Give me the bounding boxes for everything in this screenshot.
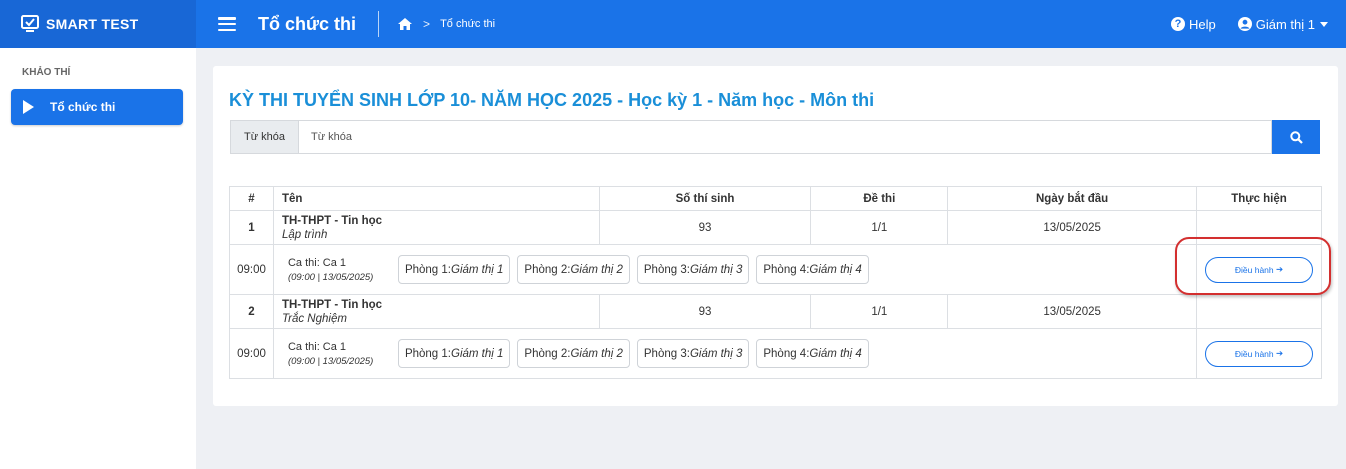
proctor-name: Giám thị 1	[451, 347, 504, 360]
operate-label: Điều hành	[1234, 264, 1274, 275]
column-header: Thực hiện	[1196, 186, 1322, 211]
search-label: Từ khóa	[230, 120, 298, 154]
arrow-right-icon: ➔	[1273, 348, 1284, 358]
brand[interactable]: SMART TEST	[0, 0, 196, 48]
help-label: Help	[1189, 16, 1216, 32]
row-index: 2	[229, 294, 274, 329]
room-badge[interactable]: Phòng 1: Giám thị 1	[397, 255, 511, 284]
breadcrumb-separator: >	[423, 17, 431, 31]
proctor-name: Giám thị 4	[809, 263, 862, 276]
user-name: Giám thị 1	[1255, 16, 1315, 32]
search-button[interactable]	[1272, 120, 1320, 154]
start-date: 13/05/2025	[947, 294, 1197, 329]
proctor-name: Giám thị 3	[689, 263, 743, 276]
room-label: Phòng 4:	[763, 263, 810, 276]
exam-name: TH-THPT - Tin học	[281, 214, 383, 227]
brand-name: SMART TEST	[46, 16, 139, 32]
room-label: Phòng 1:	[404, 263, 451, 276]
breadcrumb-current[interactable]: Tổ chức thi	[440, 18, 495, 30]
session-row: 09:00 Ca thi: Ca 1 (09:00 | 13/05/2025) …	[229, 244, 1322, 295]
room-badge[interactable]: Phòng 2: Giám thị 2	[517, 339, 630, 368]
exam-table: # Tên Số thí sinh Đề thi Ngày bắt đầu Th…	[229, 186, 1322, 379]
column-header: Ngày bắt đầu	[947, 186, 1197, 211]
sidebar-item-to-chuc-thi[interactable]: Tổ chức thi	[11, 89, 183, 125]
column-header: Số thí sinh	[598, 186, 812, 211]
logo-icon	[21, 15, 39, 32]
table-header-row: # Tên Số thí sinh Đề thi Ngày bắt đầu Th…	[229, 186, 1322, 211]
room-label: Phòng 1:	[404, 347, 451, 360]
table-row: 1 TH-THPT - Tin học Lập trình 93 1/1 13/…	[229, 210, 1322, 245]
room-badge[interactable]: Phòng 2: Giám thị 2	[517, 255, 630, 284]
help-link[interactable]: ? Help	[1171, 17, 1216, 32]
candidate-count: 93	[598, 294, 812, 329]
exam-name: TH-THPT - Tin học	[281, 298, 383, 311]
session-detail: (09:00 | 13/05/2025)	[287, 355, 374, 367]
search-bar: Từ khóa	[230, 120, 1320, 154]
divider	[378, 11, 380, 37]
room-label: Phòng 3:	[643, 263, 690, 276]
top-navbar: SMART TEST Tổ chức thi > Tổ chức thi ? H…	[0, 0, 1346, 48]
room-badge[interactable]: Phòng 4: Giám thị 4	[756, 255, 869, 284]
session-time: 09:00	[229, 328, 274, 379]
exam-link[interactable]: 1/1	[810, 294, 949, 329]
proctor-name: Giám thị 3	[689, 347, 743, 360]
action-cell	[1196, 210, 1322, 245]
room-badge[interactable]: Phòng 3: Giám thị 3	[636, 255, 750, 284]
column-header: #	[229, 186, 274, 211]
room-label: Phòng 2:	[524, 263, 571, 276]
search-icon	[1289, 130, 1303, 144]
proctor-name: Giám thị 2	[570, 263, 623, 276]
proctor-name: Giám thị 4	[809, 347, 862, 360]
page-title: Tổ chức thi	[258, 13, 357, 34]
session-time: 09:00	[229, 244, 274, 295]
user-menu[interactable]: Giám thị 1	[1237, 16, 1328, 32]
room-label: Phòng 4:	[763, 347, 810, 360]
help-icon: ?	[1171, 17, 1185, 31]
play-icon	[23, 100, 34, 114]
sidebar-item-label: Tổ chức thi	[50, 100, 116, 114]
column-header: Tên	[272, 186, 600, 211]
row-index: 1	[229, 210, 274, 245]
proctor-name: Giám thị 2	[570, 347, 623, 360]
room-label: Phòng 3:	[643, 347, 690, 360]
search-input[interactable]	[298, 120, 1272, 154]
session-label: Ca thi: Ca 1	[287, 256, 347, 269]
chevron-down-icon	[1320, 21, 1328, 27]
operate-button[interactable]: Điều hành ➔	[1205, 256, 1313, 283]
start-date: 13/05/2025	[947, 210, 1197, 245]
home-icon[interactable]	[397, 17, 413, 31]
operate-label: Điều hành	[1234, 348, 1274, 359]
room-badge[interactable]: Phòng 1: Giám thị 1	[397, 339, 511, 368]
room-badge[interactable]: Phòng 3: Giám thị 3	[636, 339, 750, 368]
main-card: KỲ THI TUYỂN SINH LỚP 10- NĂM HỌC 2025 -…	[213, 66, 1338, 406]
room-label: Phòng 2:	[524, 347, 571, 360]
table-row: 2 TH-THPT - Tin học Trắc Nghiệm 93 1/1 1…	[229, 294, 1322, 329]
exam-link[interactable]: 1/1	[810, 210, 949, 245]
menu-icon[interactable]	[218, 17, 236, 31]
room-badge[interactable]: Phòng 4: Giám thị 4	[756, 339, 869, 368]
user-icon	[1237, 17, 1252, 31]
exam-title: KỲ THI TUYỂN SINH LỚP 10- NĂM HỌC 2025 -…	[229, 90, 875, 110]
candidate-count: 93	[598, 210, 812, 245]
proctor-name: Giám thị 1	[451, 263, 504, 276]
operate-button[interactable]: Điều hành ➔	[1205, 340, 1313, 367]
sidebar-section-title: KHẢO THÍ	[22, 67, 71, 78]
session-row: 09:00 Ca thi: Ca 1 (09:00 | 13/05/2025) …	[229, 328, 1322, 379]
exam-type: Lập trình	[281, 228, 328, 241]
arrow-right-icon: ➔	[1273, 264, 1284, 274]
sidebar: KHẢO THÍ Tổ chức thi	[0, 48, 196, 469]
session-label: Ca thi: Ca 1	[287, 340, 347, 353]
exam-type: Trắc Nghiệm	[281, 312, 347, 325]
session-detail: (09:00 | 13/05/2025)	[287, 271, 374, 283]
column-header: Đề thi	[810, 186, 949, 211]
action-cell	[1196, 294, 1322, 329]
